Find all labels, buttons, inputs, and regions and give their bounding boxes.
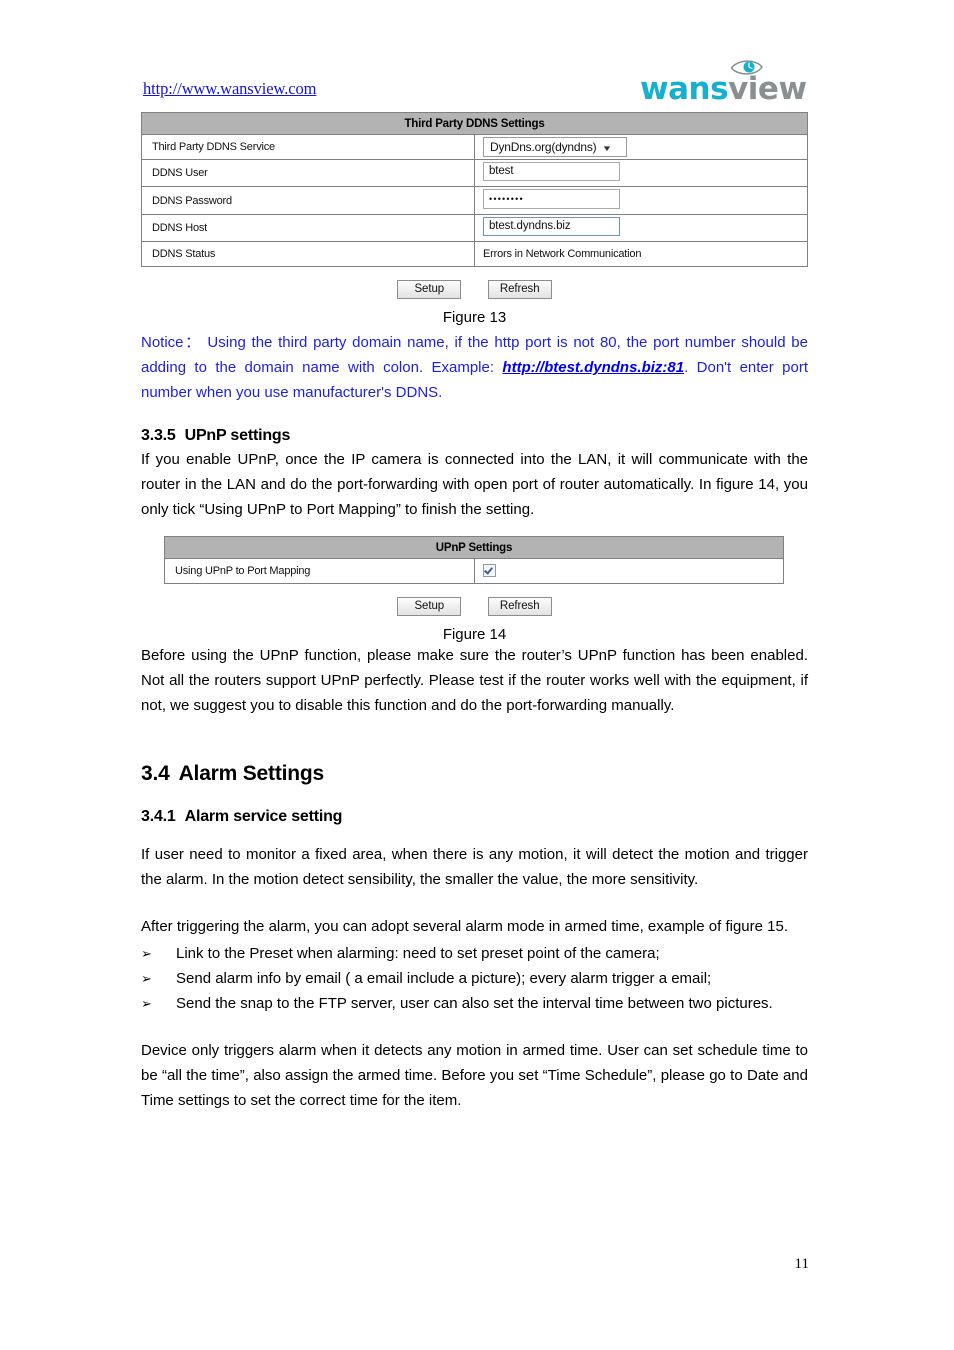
table-row: DDNS User btest [141,159,808,187]
upnp-mapping-cell [473,558,784,584]
ddns-status-value: Errors in Network Communication [483,248,642,260]
ddns-password-label: DDNS Password [141,186,475,215]
heading-3-4-title: Alarm Settings [178,762,325,785]
upnp-settings-table: UPnP Settings Using UPnP to Port Mapping [164,536,784,584]
logo-wordmark: wansview [640,72,807,106]
table-row: DDNS Password •••••••• [141,186,808,215]
upnp-intro-paragraph: If you enable UPnP, once the IP camera i… [141,451,808,518]
ddns-host-label: DDNS Host [141,214,475,242]
figure-13-caption: Figure 13 [442,309,507,326]
heading-3-4-1: 3.4.1 Alarm service setting [141,808,808,826]
heading-3-4-1-number: 3.4.1 [141,808,176,825]
heading-3-3-5: 3.3.5 UPnP settings [141,427,808,445]
list-item: ➢ Link to the Preset when alarming: need … [141,941,808,966]
upnp-button-row: Setup Refresh [141,596,808,616]
logo-wans: wans [640,71,729,107]
ddns-user-label: DDNS User [141,159,475,187]
alarm-mode-list: ➢ Link to the Preset when alarming: need … [141,941,808,1016]
alarm-paragraph-1: If user need to monitor a fixed area, wh… [141,846,808,888]
bullet-arrow-icon: ➢ [141,946,152,961]
ddns-password-cell: •••••••• [474,186,808,215]
ddns-service-value: DynDns.org(dyndns) [490,140,597,154]
alarm-paragraph-3: Device only triggers alarm when it detec… [141,1042,808,1109]
ddns-host-cell: btest.dyndns.biz [474,214,808,242]
upnp-setup-button[interactable]: Setup [397,597,462,616]
page-number: 11 [794,1256,809,1272]
table-row: DDNS Host btest.dyndns.biz [141,214,808,242]
ddns-refresh-button[interactable]: Refresh [487,280,552,299]
ddns-status-label: DDNS Status [141,241,475,267]
table-header-row: UPnP Settings [164,536,784,559]
ddns-user-cell: btest [474,159,808,187]
page-content: http://www.wansview.com wansview Third P… [141,60,808,1113]
heading-3-4: 3.4 Alarm Settings [141,762,808,786]
ddns-host-input[interactable]: btest.dyndns.biz [483,217,620,236]
alarm-paragraph-2: After triggering the alarm, you can adop… [141,918,788,935]
ddns-notice: Notice： Using the third party domain nam… [141,330,808,405]
upnp-mapping-checkbox[interactable] [482,563,496,577]
table-row: Third Party DDNS Service DynDns.org(dynd… [141,134,808,160]
chevron-down-icon: ▼ [602,144,613,153]
list-item-text: Send the snap to the FTP server, user ca… [176,995,773,1012]
ddns-service-label: Third Party DDNS Service [141,134,475,160]
table-row: Using UPnP to Port Mapping [164,558,784,584]
upnp-refresh-button[interactable]: Refresh [487,597,552,616]
ddns-setup-button[interactable]: Setup [397,280,462,299]
table-header-row: Third Party DDNS Settings [141,112,808,135]
bullet-arrow-icon: ➢ [141,971,152,986]
ddns-button-row: Setup Refresh [141,279,808,299]
notice-example-link[interactable]: http://btest.dyndns.biz:81 [502,359,684,376]
upnp-panel-title: UPnP Settings [164,536,784,559]
wansview-logo: wansview [640,58,812,108]
upnp-mapping-label: Using UPnP to Port Mapping [164,558,475,584]
ddns-service-select[interactable]: DynDns.org(dyndns) ▼ [483,137,627,157]
upnp-after-paragraph: Before using the UPnP function, please m… [141,647,808,714]
heading-3-3-5-title: UPnP settings [184,427,291,444]
heading-3-4-1-title: Alarm service setting [184,808,343,825]
list-item-text: Send alarm info by email ( a email inclu… [176,970,712,987]
site-url-link[interactable]: http://www.wansview.com [143,79,316,99]
list-item: ➢ Send the snap to the FTP server, user c… [141,991,808,1016]
ddns-password-input[interactable]: •••••••• [483,189,620,209]
list-item-text: Link to the Preset when alarming: need t… [176,945,660,962]
ddns-service-cell: DynDns.org(dyndns) ▼ [474,134,808,160]
table-row: DDNS Status Errors in Network Communicat… [141,241,808,267]
ddns-user-input[interactable]: btest [483,162,620,181]
logo-view: view [728,71,807,107]
document-header: http://www.wansview.com wansview [141,60,808,112]
ddns-settings-table: Third Party DDNS Settings Third Party DD… [141,112,808,267]
ddns-panel-title: Third Party DDNS Settings [141,112,808,135]
list-item: ➢ Send alarm info by email ( a email incl… [141,966,808,991]
notice-lead: Notice： [141,334,202,351]
ddns-status-cell: Errors in Network Communication [474,241,808,267]
document-page: http://www.wansview.com wansview Third P… [0,0,954,1350]
heading-3-4-number: 3.4 [141,762,170,785]
heading-3-3-5-number: 3.3.5 [141,427,176,444]
bullet-arrow-icon: ➢ [141,996,152,1011]
figure-14-caption: Figure 14 [442,626,507,643]
